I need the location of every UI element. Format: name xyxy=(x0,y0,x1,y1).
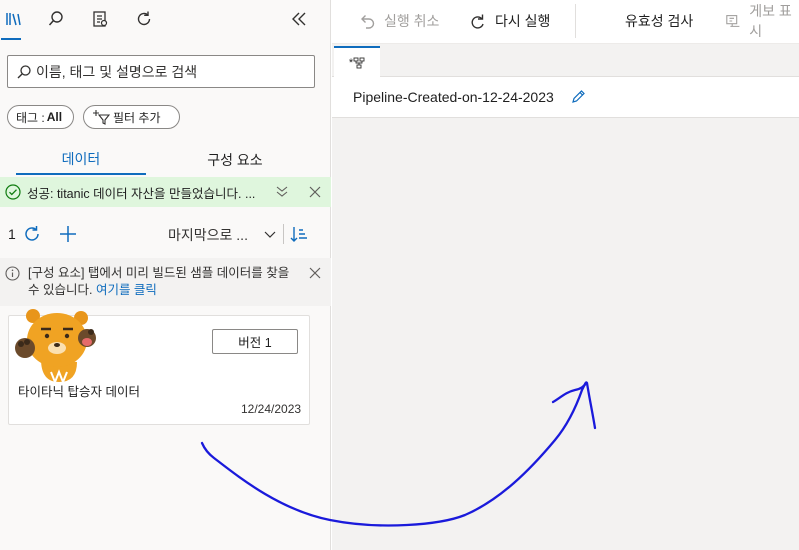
success-text: 성공: titanic 데이터 자산을 만들었습니다. ... xyxy=(27,186,256,201)
clipboard-icon[interactable] xyxy=(87,6,113,32)
collapse-icon[interactable] xyxy=(286,6,312,32)
document-tabs: * xyxy=(332,44,799,77)
validate-label: 유효성 검사 xyxy=(625,13,694,29)
search-field-icon xyxy=(17,64,31,78)
tag-filter-value: All xyxy=(46,110,63,124)
library-icon[interactable] xyxy=(0,6,26,32)
list-toolbar: 1 마지막으로 ... xyxy=(0,218,331,250)
asset-thumbnail-avatar xyxy=(15,309,96,384)
add-icon[interactable] xyxy=(57,223,79,245)
panel-tabs: 데이터 구성 요소 xyxy=(0,144,331,175)
info-message: [구성 요소] 탭에서 미리 빌드된 샘플 데이터를 찾을 수 있습니다. 여기… xyxy=(28,265,298,299)
search-box[interactable] xyxy=(7,55,315,88)
pipeline-icon xyxy=(353,57,365,68)
info-banner: [구성 요소] 탭에서 미리 빌드된 샘플 데이터를 찾을 수 있습니다. 여기… xyxy=(0,258,331,306)
redo-label: 다시 실행 xyxy=(495,13,551,29)
asset-count: 1 xyxy=(8,226,16,242)
refresh-list-icon[interactable] xyxy=(21,223,43,245)
success-banner: 성공: titanic 데이터 자산을 만들었습니다. ... xyxy=(0,177,331,207)
publish-label: 게보 표시 xyxy=(749,3,792,39)
data-asset-card[interactable]: 버전 1 타이타닉 탑승자 데이터 12/24/2023 xyxy=(8,309,310,425)
divider xyxy=(283,224,284,244)
edit-pencil-icon[interactable] xyxy=(570,89,586,105)
pipeline-title: Pipeline-Created-on-12-24-2023 xyxy=(353,89,554,105)
search-icon[interactable] xyxy=(43,6,69,32)
redo-icon xyxy=(471,14,484,29)
chevron-down-icon[interactable] xyxy=(262,226,278,242)
close-icon[interactable] xyxy=(308,266,322,280)
sort-order-icon[interactable] xyxy=(289,224,309,244)
validate-button[interactable]: 유효성 검사 xyxy=(625,10,693,32)
pipeline-title-bar: Pipeline-Created-on-12-24-2023 xyxy=(332,77,799,118)
success-check-icon xyxy=(5,184,21,200)
tag-filter-label: 태그 : xyxy=(16,110,45,125)
undo-button[interactable]: 실행 취소 xyxy=(358,10,439,32)
asset-name: 타이타닉 탑승자 데이터 xyxy=(18,385,140,399)
click-here-link[interactable]: 여기를 클릭 xyxy=(96,283,157,297)
pipeline-canvas[interactable] xyxy=(332,118,799,550)
publish-icon xyxy=(726,15,740,27)
filter-add-icon xyxy=(93,110,110,125)
add-filter-button[interactable]: 필터 추가 xyxy=(83,105,180,129)
close-icon[interactable] xyxy=(307,184,323,200)
info-text: [구성 요소] 탭에서 미리 빌드된 샘플 데이터를 찾을 수 있습니다. xyxy=(28,266,290,297)
redo-button[interactable]: 다시 실행 xyxy=(469,10,550,32)
search-input[interactable] xyxy=(36,63,306,80)
tag-filter-pill[interactable]: 태그 : All xyxy=(7,105,74,129)
add-filter-label: 필터 추가 xyxy=(113,110,161,125)
publish-button[interactable]: 게보 표시 xyxy=(725,3,799,39)
undo-icon xyxy=(361,15,375,29)
asset-date: 12/24/2023 xyxy=(241,402,302,416)
active-indicator xyxy=(1,38,21,40)
designer-toolbar: 실행 취소 다시 실행 유효성 검사 게보 표시 xyxy=(332,0,799,44)
tab-pipeline[interactable]: * xyxy=(334,46,380,77)
undo-label: 실행 취소 xyxy=(384,13,440,29)
expand-chevron-icon[interactable] xyxy=(274,184,290,200)
tab-data[interactable]: 데이터 xyxy=(16,144,146,175)
designer-window: 태그 : All 필터 추가 데이터 구성 요소 성공: titanic 데이터… xyxy=(0,0,799,550)
sort-dropdown[interactable]: 마지막으로 ... xyxy=(168,225,248,245)
asset-library-panel: 태그 : All 필터 추가 데이터 구성 요소 성공: titanic 데이터… xyxy=(0,0,331,550)
refresh-icon[interactable] xyxy=(131,6,157,32)
panel-icon-bar xyxy=(0,0,331,40)
version-button[interactable]: 버전 1 xyxy=(212,329,298,354)
tab-components[interactable]: 구성 요소 xyxy=(170,144,300,175)
info-icon xyxy=(5,266,20,281)
toolbar-divider xyxy=(575,4,576,38)
